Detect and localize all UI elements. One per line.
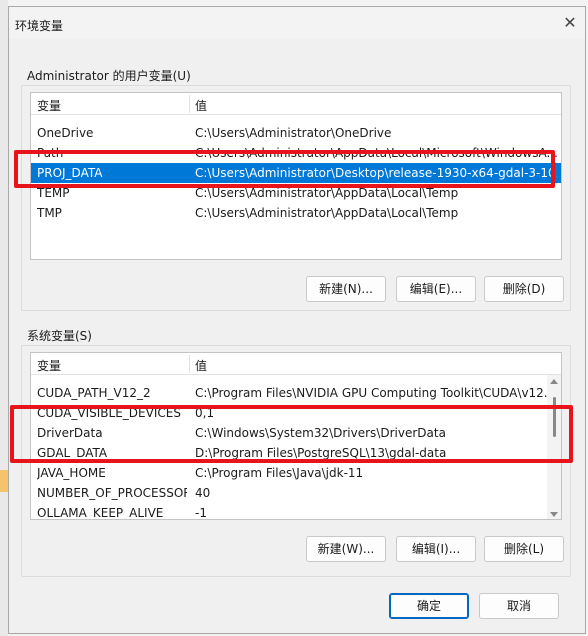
scroll-down-icon[interactable] bbox=[550, 512, 558, 517]
table-row[interactable]: OneDrive C:\Users\Administrator\OneDrive bbox=[31, 123, 561, 143]
column-header-name[interactable]: 变量 bbox=[37, 97, 61, 114]
column-header-value[interactable]: 值 bbox=[195, 357, 207, 374]
user-delete-button[interactable]: 删除(D) bbox=[484, 276, 564, 302]
cancel-button[interactable]: 取消 bbox=[479, 593, 559, 619]
var-value: C:\Users\Administrator\AppData\Local\Mic… bbox=[195, 146, 557, 160]
var-name: PROJ_DATA bbox=[37, 166, 103, 180]
var-name: TEMP bbox=[37, 186, 70, 200]
window-title: 环境变量 bbox=[15, 19, 64, 33]
scroll-up-icon[interactable] bbox=[550, 379, 558, 384]
user-vars-group-label: Administrator 的用户变量(U) bbox=[27, 69, 191, 83]
title-bar: 环境变量 ✕ bbox=[9, 7, 585, 39]
system-vars-group-label: 系统变量(S) bbox=[27, 329, 92, 343]
var-name: OneDrive bbox=[37, 126, 94, 140]
var-name: CUDA_VISIBLE_DEVICES bbox=[37, 406, 181, 420]
var-name: NUMBER_OF_PROCESSORS bbox=[37, 486, 187, 500]
var-value: D:\Program Files\PostgreSQL\13\gdal-data bbox=[195, 446, 447, 460]
close-icon[interactable]: ✕ bbox=[559, 13, 581, 33]
var-name: OLLAMA_KEEP_ALIVE bbox=[37, 506, 164, 520]
table-row[interactable]: NUMBER_OF_PROCESSORS 40 bbox=[31, 483, 561, 503]
table-row-selected[interactable]: PROJ_DATA C:\Users\Administrator\Desktop… bbox=[31, 163, 561, 183]
table-row[interactable]: OLLAMA_KEEP_ALIVE -1 bbox=[31, 503, 561, 520]
system-vars-list[interactable]: 变量 值 CUDA_PATH_V12_2 C:\Program Files\NV… bbox=[30, 352, 562, 520]
system-vars-group: 变量 值 CUDA_PATH_V12_2 C:\Program Files\NV… bbox=[21, 345, 571, 577]
table-row[interactable]: CUDA_PATH_V12_2 C:\Program Files\NVIDIA … bbox=[31, 383, 561, 403]
var-value: C:\Users\Administrator\OneDrive bbox=[195, 126, 392, 140]
system-vars-header: 变量 值 bbox=[31, 353, 561, 375]
var-value: C:\Program Files\NVIDIA GPU Computing To… bbox=[195, 386, 556, 400]
user-vars-header: 变量 值 bbox=[31, 93, 561, 115]
background-orange-fragment bbox=[0, 470, 8, 492]
var-name: Path bbox=[37, 146, 64, 160]
system-new-button[interactable]: 新建(W)... bbox=[306, 536, 386, 562]
user-edit-button[interactable]: 编辑(E)... bbox=[396, 276, 476, 302]
var-value: C:\Users\Administrator\Desktop\release-1… bbox=[195, 166, 557, 180]
var-name: JAVA_HOME bbox=[37, 466, 106, 480]
table-row[interactable]: GDAL_DATA D:\Program Files\PostgreSQL\13… bbox=[31, 443, 561, 463]
scrollbar-thumb[interactable] bbox=[553, 397, 556, 437]
var-value: 0,1 bbox=[195, 406, 215, 420]
var-value: 40 bbox=[195, 486, 211, 500]
environment-variables-dialog: 环境变量 ✕ Administrator 的用户变量(U) 变量 值 OneDr… bbox=[8, 6, 586, 634]
var-value: C:\Windows\System32\Drivers\DriverData bbox=[195, 426, 446, 440]
table-row[interactable]: DriverData C:\Windows\System32\Drivers\D… bbox=[31, 423, 561, 443]
ok-button[interactable]: 确定 bbox=[389, 593, 469, 619]
table-row[interactable]: TEMP C:\Users\Administrator\AppData\Loca… bbox=[31, 183, 561, 203]
system-vars-scrollbar[interactable] bbox=[547, 375, 561, 519]
user-new-button[interactable]: 新建(N)... bbox=[306, 276, 386, 302]
column-header-value[interactable]: 值 bbox=[195, 97, 207, 114]
user-vars-list[interactable]: 变量 值 OneDrive C:\Users\Administrator\One… bbox=[30, 92, 562, 260]
system-edit-button[interactable]: 编辑(I)... bbox=[396, 536, 476, 562]
var-value: C:\Users\Administrator\AppData\Local\Tem… bbox=[195, 206, 459, 220]
var-value: C:\Users\Administrator\AppData\Local\Tem… bbox=[195, 186, 459, 200]
column-header-name[interactable]: 变量 bbox=[37, 357, 61, 374]
var-name: CUDA_PATH_V12_2 bbox=[37, 386, 151, 400]
var-name: DriverData bbox=[37, 426, 103, 440]
var-value: -1 bbox=[195, 506, 207, 520]
table-row[interactable]: Path C:\Users\Administrator\AppData\Loca… bbox=[31, 143, 561, 163]
var-name: GDAL_DATA bbox=[37, 446, 108, 460]
background-window-left bbox=[0, 0, 8, 636]
system-delete-button[interactable]: 删除(L) bbox=[484, 536, 564, 562]
table-row[interactable]: TMP C:\Users\Administrator\AppData\Local… bbox=[31, 203, 561, 223]
table-row[interactable]: JAVA_HOME C:\Program Files\Java\jdk-11 bbox=[31, 463, 561, 483]
var-value: C:\Program Files\Java\jdk-11 bbox=[195, 466, 364, 480]
user-vars-group: 变量 值 OneDrive C:\Users\Administrator\One… bbox=[21, 85, 571, 311]
var-name: TMP bbox=[37, 206, 62, 220]
table-row[interactable]: CUDA_VISIBLE_DEVICES 0,1 bbox=[31, 403, 561, 423]
